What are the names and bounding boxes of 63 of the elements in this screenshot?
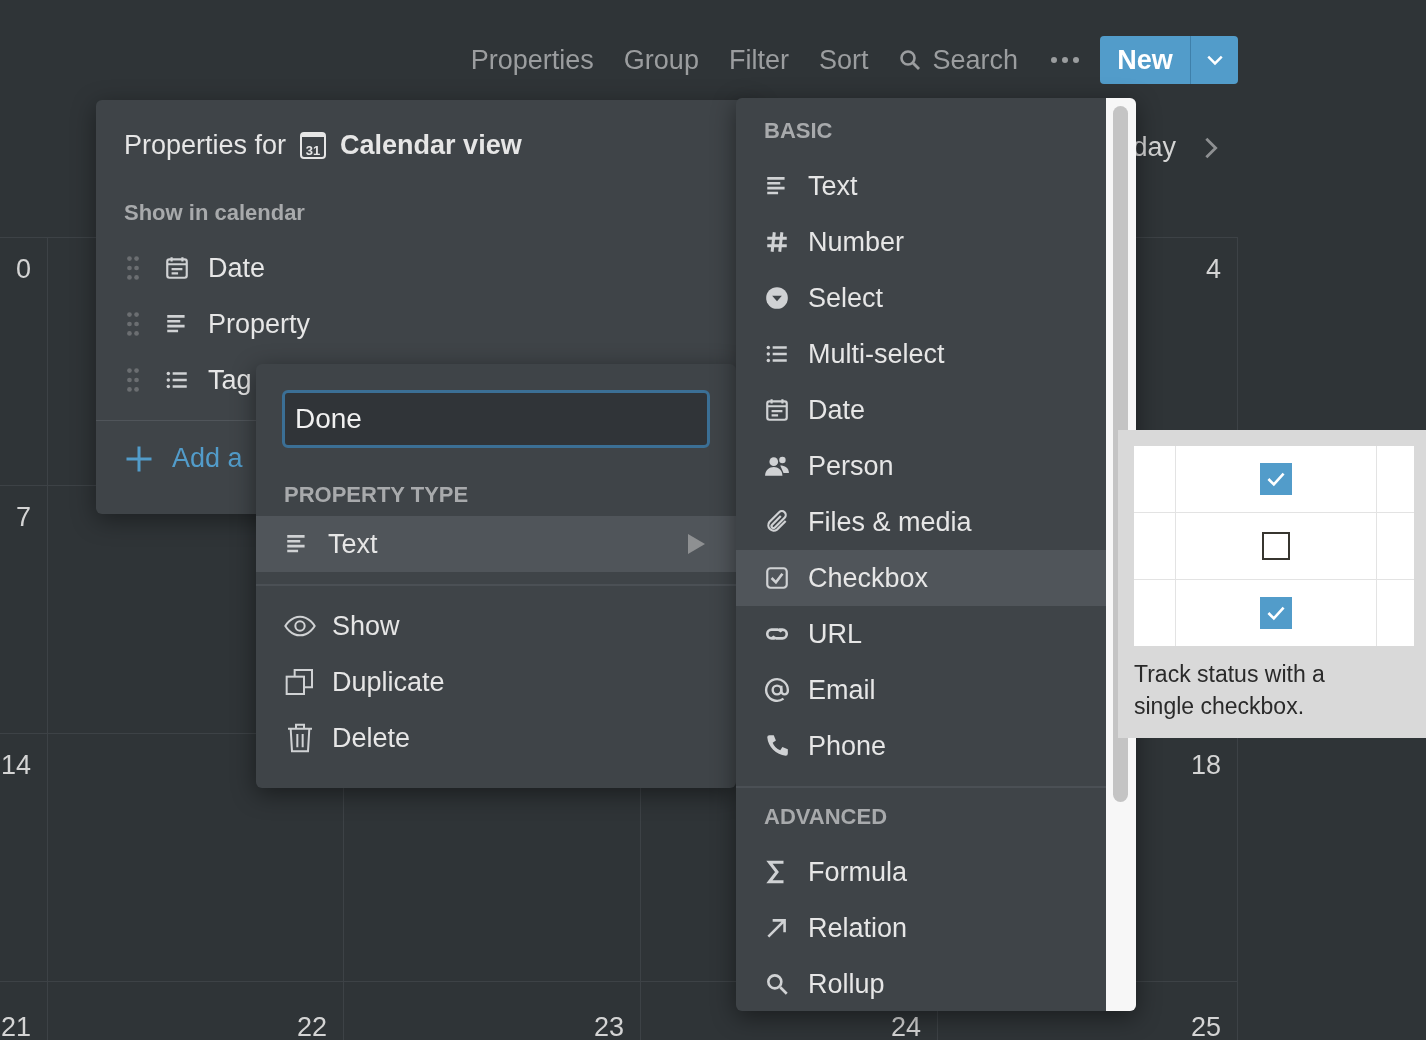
type-item[interactable]: Person bbox=[736, 438, 1106, 494]
type-item[interactable]: Number bbox=[736, 214, 1106, 270]
paperclip-icon bbox=[764, 509, 790, 535]
menu-item[interactable]: Delete bbox=[256, 710, 736, 766]
type-item[interactable]: Date bbox=[736, 382, 1106, 438]
hash-icon bbox=[764, 229, 790, 255]
toolbar-button[interactable]: Sort bbox=[804, 40, 883, 80]
calendar-icon bbox=[164, 255, 190, 281]
calendar-icon bbox=[764, 397, 790, 423]
more-icon[interactable] bbox=[1050, 56, 1080, 64]
day-number: 22 bbox=[296, 1014, 327, 1040]
toolbar-button[interactable]: Properties bbox=[456, 40, 608, 80]
caret-icon bbox=[1205, 54, 1224, 66]
chevron-right-icon[interactable] bbox=[1204, 135, 1218, 160]
calendar-icon: 31 bbox=[300, 131, 327, 159]
type-item[interactable]: Files & media bbox=[736, 494, 1106, 550]
menu-item[interactable]: Show bbox=[256, 598, 736, 654]
day-number: 0 bbox=[15, 256, 31, 283]
day-number: 4 bbox=[1205, 256, 1221, 283]
dropdown-button[interactable] bbox=[1190, 36, 1238, 84]
panel-title: Properties for bbox=[124, 129, 287, 161]
day-number: 21 bbox=[0, 1014, 31, 1040]
property-name[interactable]: Date bbox=[208, 252, 266, 284]
drag-handle-icon[interactable] bbox=[126, 255, 140, 281]
name-input[interactable]: Done bbox=[282, 390, 710, 448]
type-item[interactable]: Relation bbox=[736, 900, 1106, 956]
day-number: 18 bbox=[1190, 752, 1221, 779]
day-number: 24 bbox=[890, 1014, 921, 1040]
view-name: Calendar view bbox=[340, 129, 522, 161]
section-label: Show in calendar bbox=[123, 199, 306, 227]
menu-item[interactable]: Duplicate bbox=[256, 654, 736, 710]
property-type-row[interactable]: Text bbox=[256, 516, 736, 572]
drag-handle-icon[interactable] bbox=[126, 311, 140, 337]
checkbox-icon bbox=[764, 565, 790, 591]
type-item[interactable]: Multi-select bbox=[736, 326, 1106, 382]
day-number: 23 bbox=[593, 1014, 624, 1040]
section-label: BASIC bbox=[763, 118, 834, 145]
property-name[interactable]: Tag bbox=[208, 364, 252, 396]
type-item[interactable]: Rollup bbox=[736, 956, 1106, 1011]
duplicate-icon bbox=[284, 666, 316, 698]
at-sign-icon bbox=[764, 677, 790, 703]
magnifier-icon bbox=[764, 971, 790, 997]
type-item[interactable]: Formula bbox=[736, 844, 1106, 900]
type-item[interactable]: Text bbox=[736, 158, 1106, 214]
toolbar-button[interactable]: Filter bbox=[714, 40, 803, 80]
type-item[interactable]: Select bbox=[736, 270, 1106, 326]
drag-handle-icon[interactable] bbox=[126, 367, 140, 393]
type-item[interactable]: Email bbox=[736, 662, 1106, 718]
triangle-right-icon bbox=[686, 533, 706, 555]
section-label: PROPERTY TYPE bbox=[283, 481, 470, 509]
type-item[interactable]: URL bbox=[736, 606, 1106, 662]
search-button[interactable]: Search bbox=[884, 40, 1032, 80]
preview-caption: Track status with a single checkbox. bbox=[1134, 660, 1326, 721]
dropdown-circle-icon bbox=[764, 285, 790, 311]
day-number: 7 bbox=[15, 504, 31, 531]
type-item[interactable]: Checkbox bbox=[736, 550, 1106, 606]
toolbar-button[interactable]: Group bbox=[609, 40, 713, 80]
phone-icon bbox=[764, 733, 790, 759]
section-label: ADVANCED bbox=[763, 804, 889, 831]
day-number: 25 bbox=[1190, 1014, 1221, 1040]
property-name[interactable]: Property bbox=[208, 308, 311, 340]
day-number: 14 bbox=[0, 752, 31, 779]
type-item[interactable]: Phone bbox=[736, 718, 1106, 774]
